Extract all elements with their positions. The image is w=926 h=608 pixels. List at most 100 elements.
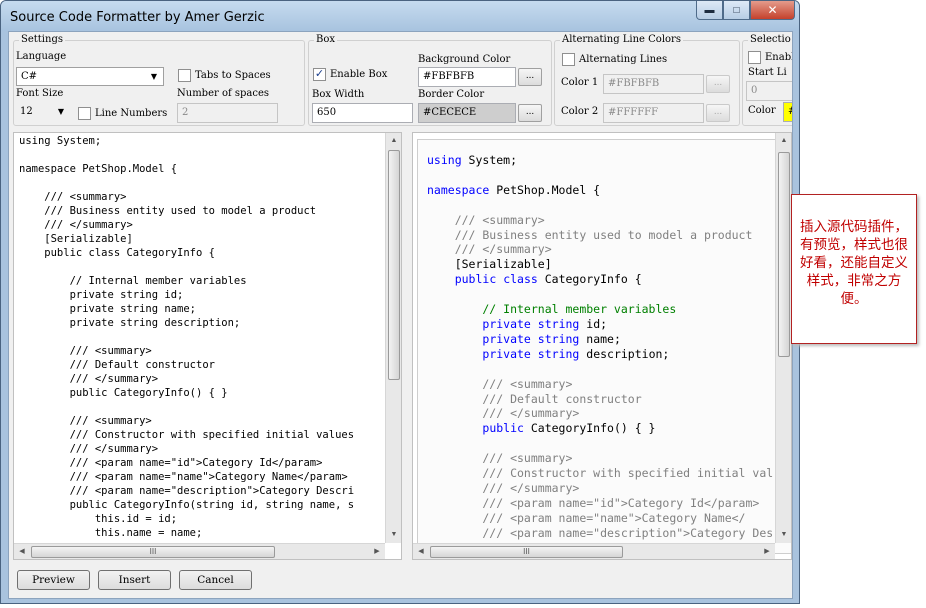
source-code-line: this.name = name; <box>19 527 203 539</box>
source-code-line: public CategoryInfo(string id, string na… <box>19 499 355 511</box>
source-code-editor[interactable]: using System; namespace PetShop.Model { … <box>13 132 402 560</box>
code-token: // Internal member variables <box>427 302 677 317</box>
source-code-line: /// <param name="name">Category Name</pa… <box>19 471 348 483</box>
cancel-button[interactable]: Cancel <box>179 570 252 590</box>
preview-pane[interactable]: using System; namespace PetShop.Model { … <box>412 132 792 560</box>
scroll-down-icon[interactable]: ▼ <box>386 527 401 543</box>
selection-group-title: Selectio <box>748 34 792 45</box>
code-token: CategoryInfo() { } <box>523 421 656 436</box>
language-select[interactable]: C# ▼ <box>16 67 164 86</box>
scroll-left-icon[interactable]: ◀ <box>14 544 30 559</box>
line-numbers-checkbox[interactable] <box>78 107 91 120</box>
enable-box-checkbox[interactable]: ✓ <box>313 68 326 81</box>
font-size-select-value: 12 <box>20 106 33 117</box>
code-token: private <box>482 331 531 346</box>
scroll-grip-icon: III <box>149 547 157 556</box>
maximize-icon[interactable]: □ <box>723 1 750 20</box>
source-vertical-thumb[interactable] <box>388 150 400 380</box>
color1-picker-button[interactable]: ... <box>706 75 730 93</box>
border-color-picker-button[interactable]: ... <box>518 104 542 122</box>
preview-code-line: /// <param name="id">Category Id</param> <box>427 496 773 511</box>
scroll-right-icon[interactable]: ▶ <box>369 544 385 559</box>
code-token: namespace <box>427 182 490 197</box>
color1-input[interactable]: #FBFBFB <box>603 74 704 94</box>
color2-input[interactable]: #FFFFFF <box>603 103 704 123</box>
code-token: [Serializable] <box>427 257 552 272</box>
code-token: System; <box>461 153 518 167</box>
alternating-lines-label: Alternating Lines <box>579 54 668 65</box>
source-code-line: /// </summary> <box>19 373 159 385</box>
code-token: string <box>537 346 580 361</box>
tabs-to-spaces-checkbox[interactable] <box>178 69 191 82</box>
alternating-colors-group: Alternating Line Colors Alternating Line… <box>554 34 740 126</box>
color2-picker-button[interactable]: ... <box>706 104 730 122</box>
background-color-picker-button[interactable]: ... <box>518 68 542 86</box>
code-token: /// </summary> <box>427 242 552 257</box>
box-width-input[interactable]: 650 <box>312 103 413 123</box>
preview-code-line: private string name; <box>427 332 773 347</box>
insert-button[interactable]: Insert <box>98 570 171 590</box>
code-token: /// <param name="id">Category Id</param> <box>427 495 760 510</box>
preview-code-line <box>427 436 773 451</box>
preview-vertical-scrollbar[interactable]: ▲ ▼ <box>775 133 791 543</box>
selection-enable-checkbox[interactable] <box>748 51 761 64</box>
preview-button[interactable]: Preview <box>17 570 90 590</box>
settings-group: Settings Language C# ▼ Tabs to Spaces Fo… <box>13 34 305 126</box>
preview-code-line: /// </summary> <box>427 481 773 496</box>
preview-code-line: private string description; <box>427 347 773 362</box>
alternating-lines-checkbox[interactable] <box>562 53 575 66</box>
code-token: private <box>482 316 531 331</box>
code-token: /// <param name="description">Category D… <box>427 525 774 540</box>
code-token: PetShop.Model { <box>489 182 601 197</box>
preview-code-line: public CategoryInfo() { } <box>427 421 773 436</box>
scroll-up-icon[interactable]: ▲ <box>386 133 401 149</box>
scroll-left-icon[interactable]: ◀ <box>413 544 429 559</box>
scroll-down-icon[interactable]: ▼ <box>776 527 791 543</box>
minimize-icon[interactable]: ▬ <box>696 1 723 20</box>
enable-box-label: Enable Box <box>330 69 388 80</box>
selection-group: Selectio Enabl Start Li 0 Color #F <box>742 34 792 126</box>
border-color-label: Border Color <box>418 89 485 100</box>
scroll-up-icon[interactable]: ▲ <box>776 133 791 149</box>
close-icon[interactable]: ✕ <box>750 1 795 20</box>
preview-horizontal-thumb[interactable]: III <box>430 546 623 558</box>
selection-start-label: Start Li <box>748 67 787 78</box>
code-token: public <box>482 421 524 436</box>
source-code-line: public CategoryInfo() { } <box>19 387 228 399</box>
scroll-right-icon[interactable]: ▶ <box>759 544 775 559</box>
code-token: string <box>537 331 580 346</box>
code-token: /// <param name="name">Category Name</ <box>427 510 746 525</box>
source-vertical-scrollbar[interactable]: ▲ ▼ <box>385 133 401 543</box>
source-code-line: public class CategoryInfo { <box>19 247 215 259</box>
source-horizontal-scrollbar[interactable]: ◀ III ▶ <box>14 543 385 559</box>
source-code-line: // Internal member variables <box>19 275 247 287</box>
code-token: name; <box>579 331 621 346</box>
source-code-line: private string description; <box>19 317 241 329</box>
title-bar[interactable]: Source Code Formatter by Amer Gerzic ▬ □… <box>1 1 799 31</box>
source-code-line: [Serializable] <box>19 233 133 245</box>
font-size-select[interactable]: 12 ▼ <box>16 103 70 122</box>
background-color-input[interactable]: #FBFBFB <box>418 67 516 87</box>
source-code-text[interactable]: using System; namespace PetShop.Model { … <box>19 134 354 540</box>
chevron-down-icon: ▼ <box>150 72 158 81</box>
source-horizontal-thumb[interactable]: III <box>31 546 275 558</box>
preview-code-line <box>427 287 773 302</box>
settings-group-title: Settings <box>19 34 65 45</box>
number-of-spaces-input[interactable]: 2 <box>177 103 278 123</box>
chevron-down-icon: ▼ <box>57 107 65 116</box>
preview-code-line <box>427 362 773 377</box>
preview-vertical-thumb[interactable] <box>778 152 790 357</box>
border-color-input[interactable]: #CECECE <box>418 103 516 123</box>
preview-horizontal-scrollbar[interactable]: ◀ III ▶ <box>413 543 775 559</box>
source-code-line: /// </summary> <box>19 443 159 455</box>
code-token: /// <summary> <box>427 451 573 466</box>
selection-color-input[interactable]: #F <box>783 102 792 122</box>
source-code-line <box>19 400 354 414</box>
selection-start-input[interactable]: 0 <box>746 81 792 101</box>
box-group-title: Box <box>314 34 338 45</box>
tabs-to-spaces-label: Tabs to Spaces <box>195 70 271 81</box>
preview-code-line: using System; <box>427 153 773 168</box>
